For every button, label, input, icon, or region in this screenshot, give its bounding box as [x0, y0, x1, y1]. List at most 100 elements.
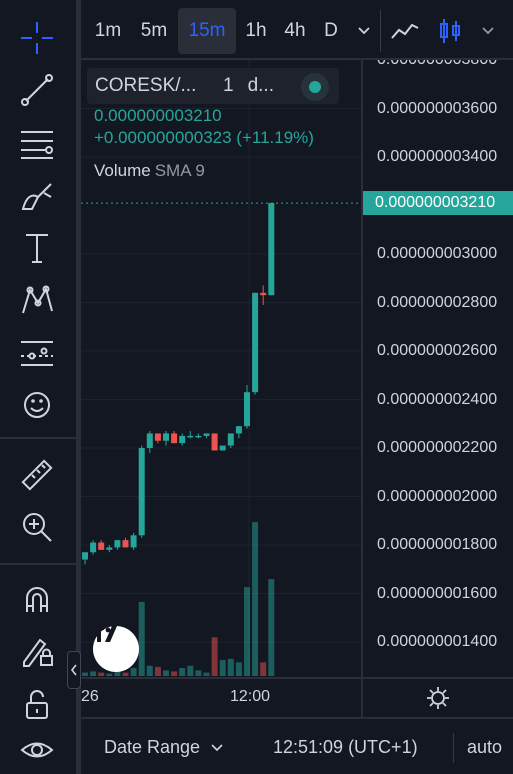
- price-scale[interactable]: 0.000000003800 0.000000003600 0.0000000034…: [361, 60, 513, 677]
- volume-indicator-label[interactable]: Volume SMA 9: [94, 161, 205, 181]
- candle[interactable]: [154, 433, 161, 441]
- candle[interactable]: [227, 433, 234, 446]
- volume-bar: [106, 673, 113, 676]
- volume-bar: [203, 672, 210, 676]
- volume-bar: [146, 665, 153, 676]
- timeframe-5m[interactable]: 5m: [133, 8, 175, 54]
- line-chart-icon: [391, 23, 419, 39]
- timeframe-15m[interactable]: 15m: [178, 8, 236, 54]
- price-tick: 0.000000001800: [377, 536, 498, 553]
- candle[interactable]: [82, 552, 88, 560]
- volume-bar: [227, 658, 234, 676]
- candle[interactable]: [252, 292, 259, 393]
- candle[interactable]: [98, 542, 105, 550]
- tv-logo-icon: [93, 626, 117, 642]
- trendline-icon[interactable]: [14, 70, 60, 110]
- candle[interactable]: [114, 540, 121, 548]
- last-price-label: 0.000000003210: [363, 191, 513, 216]
- volume-bar: [82, 672, 88, 676]
- candle[interactable]: [130, 535, 137, 548]
- volume-bar: [179, 668, 186, 676]
- text-tool-icon[interactable]: [14, 228, 60, 268]
- chart-settings-button[interactable]: [361, 677, 513, 717]
- timeframe-d[interactable]: D: [317, 8, 345, 54]
- timeframe-1m[interactable]: 1m: [87, 8, 129, 54]
- candle[interactable]: [235, 426, 242, 434]
- volume-bar: [171, 671, 178, 676]
- volume-bar: [90, 671, 97, 676]
- gear-icon: [427, 687, 449, 709]
- brush-icon[interactable]: [14, 176, 60, 216]
- candle[interactable]: [268, 203, 275, 296]
- chart-type-dropdown[interactable]: [473, 8, 503, 54]
- candle[interactable]: [122, 540, 129, 548]
- collapse-toolbar-button[interactable]: [67, 651, 81, 689]
- forecast-icon[interactable]: [14, 333, 60, 373]
- candle[interactable]: [260, 292, 267, 296]
- volume-bar: [187, 665, 194, 676]
- current-price: 0.000000003210: [94, 106, 222, 125]
- chevron-left-icon: [70, 664, 77, 676]
- candle[interactable]: [90, 542, 97, 553]
- candle[interactable]: [106, 547, 113, 550]
- bottom-divider: [453, 733, 454, 763]
- zoom-in-icon[interactable]: [14, 507, 60, 547]
- price-tick: 0.000000003800: [377, 60, 497, 69]
- unlock-icon[interactable]: [14, 685, 60, 725]
- fib-retracement-icon[interactable]: [14, 123, 60, 163]
- candle[interactable]: [179, 435, 186, 444]
- time-tick: 12:00: [230, 688, 271, 705]
- candlestick-icon: [440, 19, 460, 43]
- top-toolbar: 1m 5m 15m 1h 4h D: [81, 0, 513, 60]
- price-tick: 0.000000001400: [377, 633, 498, 650]
- candle[interactable]: [195, 435, 202, 438]
- clock-timezone[interactable]: 12:51:09 (UTC+1): [273, 737, 418, 758]
- symbol-info[interactable]: CORESK/... 1 d...: [87, 68, 339, 104]
- time-scale[interactable]: 26 12:00: [81, 677, 361, 717]
- date-range-button[interactable]: Date Range: [104, 737, 223, 758]
- candle[interactable]: [171, 433, 178, 444]
- volume-bar: [219, 660, 226, 676]
- candle[interactable]: [219, 445, 226, 451]
- volume-bar: [163, 670, 169, 676]
- candle[interactable]: [211, 433, 218, 451]
- timeframe-4h[interactable]: 4h: [277, 8, 313, 54]
- line-chart-button[interactable]: [385, 8, 425, 54]
- candle[interactable]: [146, 433, 153, 448]
- price-tick: 0.000000003600: [377, 99, 498, 117]
- price-chart[interactable]: [81, 60, 361, 677]
- toolbar-divider: [0, 437, 76, 439]
- price-tick: 0.000000002000: [377, 487, 498, 505]
- lock-drawing-icon[interactable]: [14, 631, 60, 671]
- chart-pane[interactable]: CORESK/... 1 d... 0.000000003210 +0.0000…: [81, 60, 361, 677]
- price-tick: 0.000000002200: [377, 439, 498, 456]
- price-tick: 0.000000002400: [377, 390, 498, 408]
- tradingview-logo[interactable]: [93, 626, 139, 672]
- pattern-icon[interactable]: [14, 280, 60, 320]
- volume-bar: [211, 637, 218, 676]
- candle[interactable]: [163, 433, 169, 441]
- time-tick: 26: [81, 688, 99, 705]
- date-range-label: Date Range: [104, 737, 201, 757]
- timeframe-dropdown[interactable]: [349, 8, 379, 54]
- volume-sma-label: SMA 9: [154, 161, 205, 180]
- volume-bar: [138, 601, 145, 676]
- eye-icon[interactable]: [14, 730, 60, 770]
- drawing-toolbar: [0, 0, 76, 774]
- candle[interactable]: [138, 448, 145, 536]
- volume-bar: [195, 670, 202, 676]
- ruler-icon[interactable]: [14, 455, 60, 495]
- chevron-down-icon: [482, 27, 494, 35]
- price-tick: 0.000000002800: [377, 293, 498, 311]
- crosshair-icon[interactable]: [14, 18, 60, 58]
- candle[interactable]: [203, 433, 210, 436]
- candles-chart-button[interactable]: [431, 8, 469, 54]
- candle[interactable]: [244, 392, 250, 427]
- emoji-icon[interactable]: [14, 385, 60, 425]
- magnet-icon[interactable]: [14, 579, 60, 619]
- candle[interactable]: [187, 435, 194, 438]
- timeframe-1h[interactable]: 1h: [238, 8, 274, 54]
- price-change: +0.000000000323 (+11.19%): [94, 128, 314, 147]
- auto-scale-button[interactable]: auto: [467, 737, 502, 758]
- toolbar-divider: [0, 563, 76, 565]
